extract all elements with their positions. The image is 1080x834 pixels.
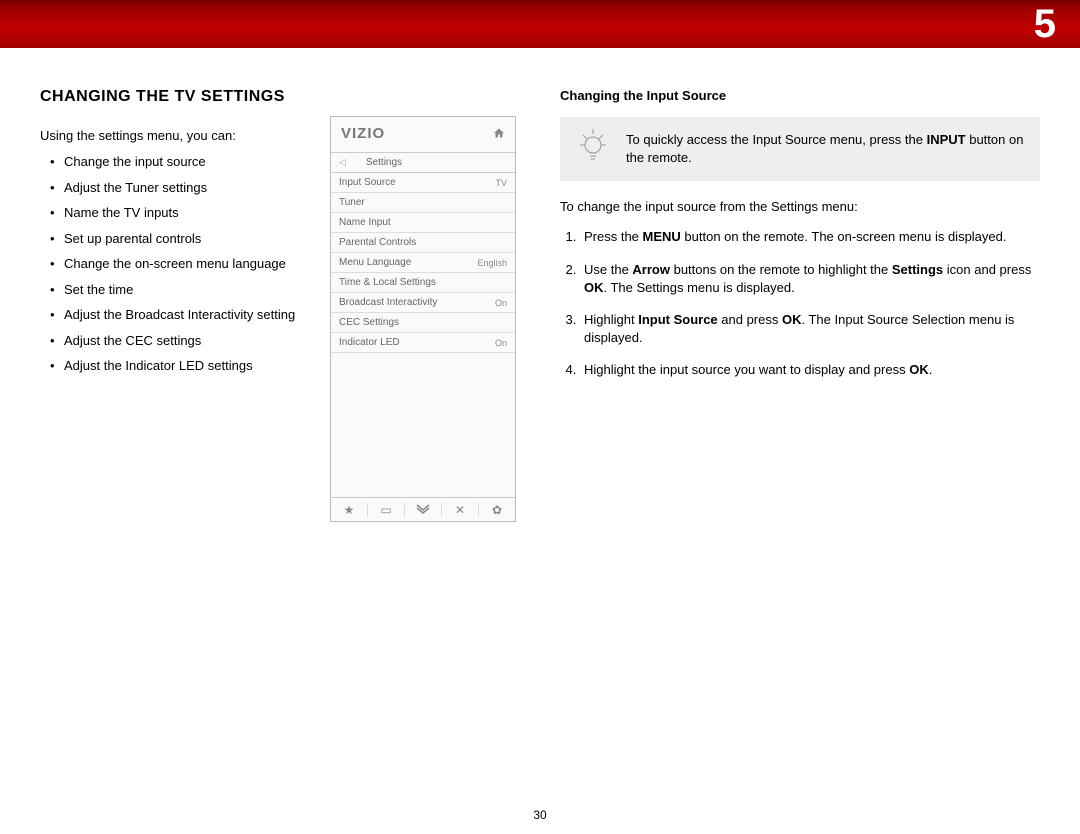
menu-row-indicator: Indicator LED On xyxy=(331,333,515,353)
menu-row-label: Parental Controls xyxy=(339,237,416,248)
menu-row-tuner: Tuner xyxy=(331,193,515,213)
menu-row-time: Time & Local Settings xyxy=(331,273,515,293)
tv-menu-screenshot: VIZIO ◁ Settings Input Source TV Tuner Na… xyxy=(330,116,516,522)
list-item: Adjust the CEC settings xyxy=(64,332,320,350)
menu-row-broadcast: Broadcast Interactivity On xyxy=(331,293,515,313)
lead-text: To change the input source from the Sett… xyxy=(560,199,1040,214)
menu-row-label: CEC Settings xyxy=(339,317,399,328)
capabilities-list: Change the input source Adjust the Tuner… xyxy=(40,153,320,375)
menu-row-label: Input Source xyxy=(339,177,396,188)
tip-text-pre: To quickly access the Input Source menu,… xyxy=(626,132,927,147)
right-column: Changing the Input Source To quickly acc… xyxy=(560,88,1040,394)
breadcrumb-label: Settings xyxy=(366,157,402,168)
list-item: Adjust the Broadcast Interactivity setti… xyxy=(64,306,320,324)
back-icon: ◁ xyxy=(339,157,346,168)
list-item: Name the TV inputs xyxy=(64,204,320,222)
gear-icon: ✿ xyxy=(479,503,515,517)
step-item: Use the Arrow buttons on the remote to h… xyxy=(580,261,1040,297)
list-item: Adjust the Tuner settings xyxy=(64,179,320,197)
menu-row-label: Indicator LED xyxy=(339,337,400,348)
list-item: Adjust the Indicator LED settings xyxy=(64,357,320,375)
menu-row-input-source: Input Source TV xyxy=(331,173,515,193)
close-icon: ✕ xyxy=(442,503,479,517)
page-number: 30 xyxy=(0,808,1080,822)
rect-icon: ▭ xyxy=(368,503,405,517)
menu-row-name-input: Name Input xyxy=(331,213,515,233)
tip-text-bold: INPUT xyxy=(927,132,966,147)
subsection-heading: Changing the Input Source xyxy=(560,88,1040,103)
left-column: CHANGING THE TV SETTINGS Using the setti… xyxy=(40,88,320,383)
tv-bottom-bar: ★ ▭ ✕ ✿ xyxy=(331,497,515,521)
list-item: Change the input source xyxy=(64,153,320,171)
menu-row-value: English xyxy=(477,258,507,268)
home-icon xyxy=(493,127,505,142)
menu-row-value: On xyxy=(495,298,507,308)
tip-callout: To quickly access the Input Source menu,… xyxy=(560,117,1040,181)
vizio-logo: VIZIO xyxy=(341,125,385,142)
breadcrumb: ◁ Settings xyxy=(331,153,515,173)
chapter-number: 5 xyxy=(1034,2,1056,47)
chevron-down-icon xyxy=(405,503,442,517)
step-item: Highlight the input source you want to d… xyxy=(580,361,1040,379)
chapter-header-bar: 5 xyxy=(0,0,1080,48)
lightbulb-icon xyxy=(576,127,610,167)
menu-row-language: Menu Language English xyxy=(331,253,515,273)
menu-row-label: Name Input xyxy=(339,217,391,228)
step-item: Highlight Input Source and press OK. The… xyxy=(580,311,1040,347)
list-item: Change the on-screen menu language xyxy=(64,255,320,273)
menu-row-value: On xyxy=(495,338,507,348)
section-heading: CHANGING THE TV SETTINGS xyxy=(40,88,320,106)
tv-menu-header: VIZIO xyxy=(331,117,515,153)
menu-row-label: Menu Language xyxy=(339,257,411,268)
menu-row-label: Broadcast Interactivity xyxy=(339,297,437,308)
menu-row-value: TV xyxy=(495,178,507,188)
list-item: Set the time xyxy=(64,281,320,299)
menu-row-label: Tuner xyxy=(339,197,365,208)
step-item: Press the MENU button on the remote. The… xyxy=(580,228,1040,246)
menu-row-cec: CEC Settings xyxy=(331,313,515,333)
intro-text: Using the settings menu, you can: xyxy=(40,128,320,143)
star-icon: ★ xyxy=(331,503,368,517)
list-item: Set up parental controls xyxy=(64,230,320,248)
steps-list: Press the MENU button on the remote. The… xyxy=(560,228,1040,379)
menu-row-parental: Parental Controls xyxy=(331,233,515,253)
menu-row-label: Time & Local Settings xyxy=(339,277,436,288)
